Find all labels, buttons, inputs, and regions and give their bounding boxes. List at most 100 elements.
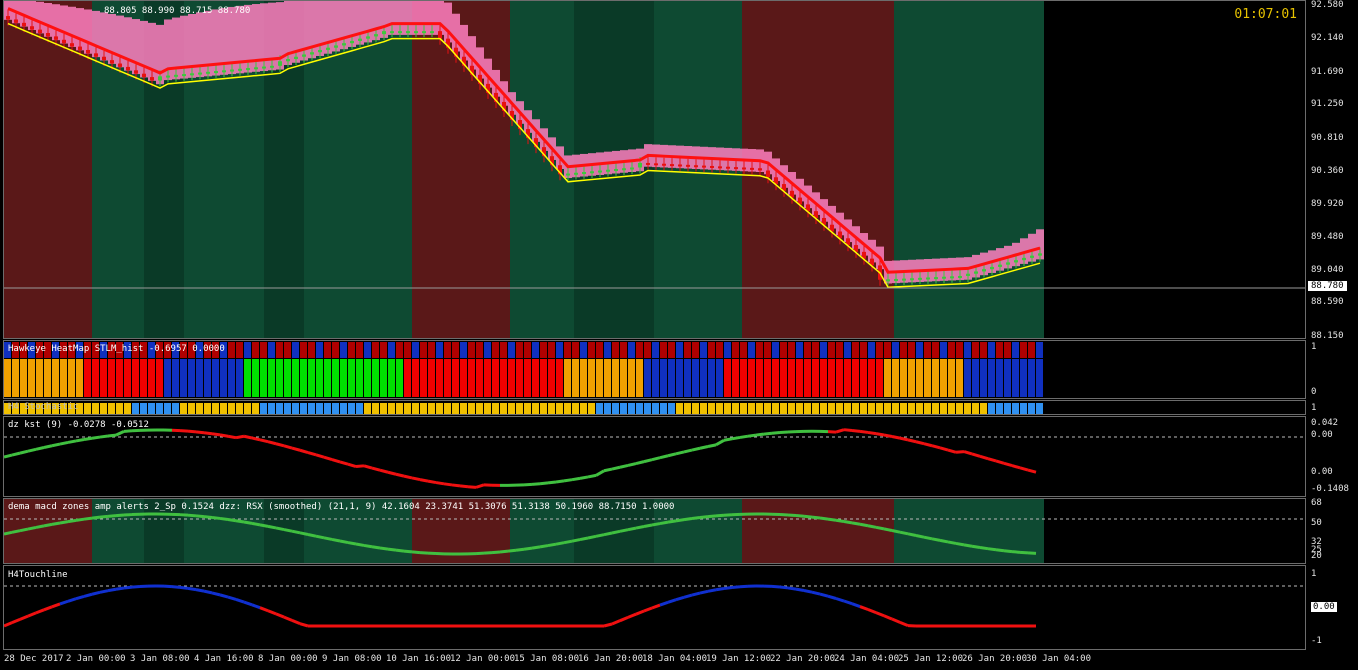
strip-cell xyxy=(932,403,939,414)
oscillator-segment xyxy=(219,516,229,522)
candle-body xyxy=(78,46,82,50)
kst-pane[interactable]: dz kst (9) -0.0278 -0.0512 xyxy=(3,416,1306,497)
strip-cell xyxy=(116,403,123,414)
candle-body xyxy=(254,67,258,70)
strip-cell xyxy=(556,403,563,414)
strip-cell xyxy=(940,403,947,414)
kst-axis-zero1: 0.00 xyxy=(1311,430,1333,440)
time-axis-tick: 24 Jan 04:00 xyxy=(834,654,900,664)
oscillator-segment xyxy=(131,584,141,589)
oscillator-segment xyxy=(259,523,269,528)
price-axis-tick: 90.360 xyxy=(1311,166,1344,176)
oscillator-segment xyxy=(171,585,181,589)
price-chart-pane[interactable]: 88.805 88.990 88.715 88.780 01:07:01 xyxy=(3,0,1306,339)
candle-body xyxy=(342,43,346,46)
heatmap-upper-bar xyxy=(556,342,563,358)
oscillator-segment xyxy=(795,514,805,518)
oscillator-segment xyxy=(587,473,597,479)
strip-cell xyxy=(740,403,747,414)
current-price-tag: 88.780 xyxy=(1308,281,1347,291)
heatmap-upper-bar xyxy=(396,342,403,358)
price-axis-tick: 90.810 xyxy=(1311,133,1344,143)
heatmap-bar xyxy=(964,359,971,397)
rsx-pane[interactable]: dema macd zones amp alerts 2_Sp 0.1524 d… xyxy=(3,498,1306,564)
candle-body xyxy=(62,39,66,44)
heatmap-upper-bar xyxy=(364,342,371,358)
heatmap-bar xyxy=(828,359,835,397)
heatmap-bar xyxy=(548,359,555,397)
heatmap-upper-bar xyxy=(532,342,539,358)
strip-cell xyxy=(700,403,707,414)
candle-body xyxy=(918,277,922,280)
strip-cell xyxy=(212,403,219,414)
oscillator-segment xyxy=(947,540,957,545)
time-axis-tick: 10 Jan 16:00 xyxy=(386,654,452,664)
heatmap-bar xyxy=(396,359,403,397)
heatmap-upper-bar xyxy=(548,342,555,358)
time-axis-tick: 30 Jan 04:00 xyxy=(1026,654,1092,664)
candle-body xyxy=(422,31,426,34)
oscillator-segment xyxy=(227,595,237,601)
heatmap-bar xyxy=(356,359,363,397)
heatmap-pane[interactable]: Hawkeye HeatMap STLM_hist -0.6957 0.0000 xyxy=(3,340,1306,399)
zone-band xyxy=(894,499,1044,563)
heatmap-bar xyxy=(876,359,883,397)
heatmap-upper-bar xyxy=(1004,342,1011,358)
heatmap-upper-bar xyxy=(492,342,499,358)
candle-body xyxy=(238,68,242,71)
heatmap-upper-bar xyxy=(780,342,787,358)
heatmap-bar xyxy=(836,359,843,397)
strip-cell xyxy=(540,403,547,414)
heatmap-upper-bar xyxy=(788,342,795,358)
heatmap-upper-bar xyxy=(772,342,779,358)
heatmap-bar xyxy=(404,359,411,397)
oscillator-segment xyxy=(275,612,285,619)
heatmap-upper-bar xyxy=(828,342,835,358)
candle-body xyxy=(734,167,738,170)
oscillator-segment xyxy=(899,530,909,536)
oscillator-segment xyxy=(675,595,685,602)
heatmap-bar xyxy=(644,359,651,397)
heatmap-bar xyxy=(228,359,235,397)
heatmap-upper-bar xyxy=(836,342,843,358)
candle-body xyxy=(718,166,722,169)
oscillator-segment xyxy=(723,437,733,442)
strip-cell xyxy=(444,403,451,414)
heatmap-bar xyxy=(556,359,563,397)
heatmap-bar xyxy=(1012,359,1019,397)
heatmap-upper-bar xyxy=(900,342,907,358)
strip-cell xyxy=(644,403,651,414)
heatmap-bar xyxy=(172,359,179,397)
heatmap-upper-bar xyxy=(308,342,315,358)
oscillator-segment xyxy=(219,593,229,599)
heatmap-upper-bar xyxy=(580,342,587,358)
oscillator-segment xyxy=(915,440,925,446)
stochastic-strip-pane[interactable]: H4 Stochastic xyxy=(3,400,1306,415)
touchline-pane[interactable]: H4Touchline xyxy=(3,565,1306,650)
heatmap-axis-top: 1 xyxy=(1311,342,1317,352)
oscillator-segment xyxy=(939,446,949,452)
strip-cell xyxy=(908,403,915,414)
oscillator-segment xyxy=(115,430,125,437)
oscillator-segment xyxy=(659,454,669,460)
oscillator-segment xyxy=(211,432,221,437)
heatmap-bar xyxy=(740,359,747,397)
heatmap-upper-bar xyxy=(420,342,427,358)
candle-body xyxy=(270,65,274,68)
heatmap-upper-bar xyxy=(756,342,763,358)
heatmap-bar xyxy=(212,359,219,397)
candle-body xyxy=(366,36,370,39)
candle-body xyxy=(694,165,698,168)
heatmap-bar xyxy=(324,359,331,397)
strip-cell xyxy=(692,403,699,414)
heatmap-bar xyxy=(452,359,459,397)
oscillator-segment xyxy=(107,514,117,518)
heatmap-bar xyxy=(340,359,347,397)
heatmap-bar xyxy=(308,359,315,397)
heatmap-bar xyxy=(796,359,803,397)
heatmap-upper-bar xyxy=(820,342,827,358)
heatmap-upper-bar xyxy=(284,342,291,358)
strip-cell xyxy=(420,403,427,414)
oscillator-segment xyxy=(371,545,381,550)
heatmap-upper-bar xyxy=(484,342,491,358)
